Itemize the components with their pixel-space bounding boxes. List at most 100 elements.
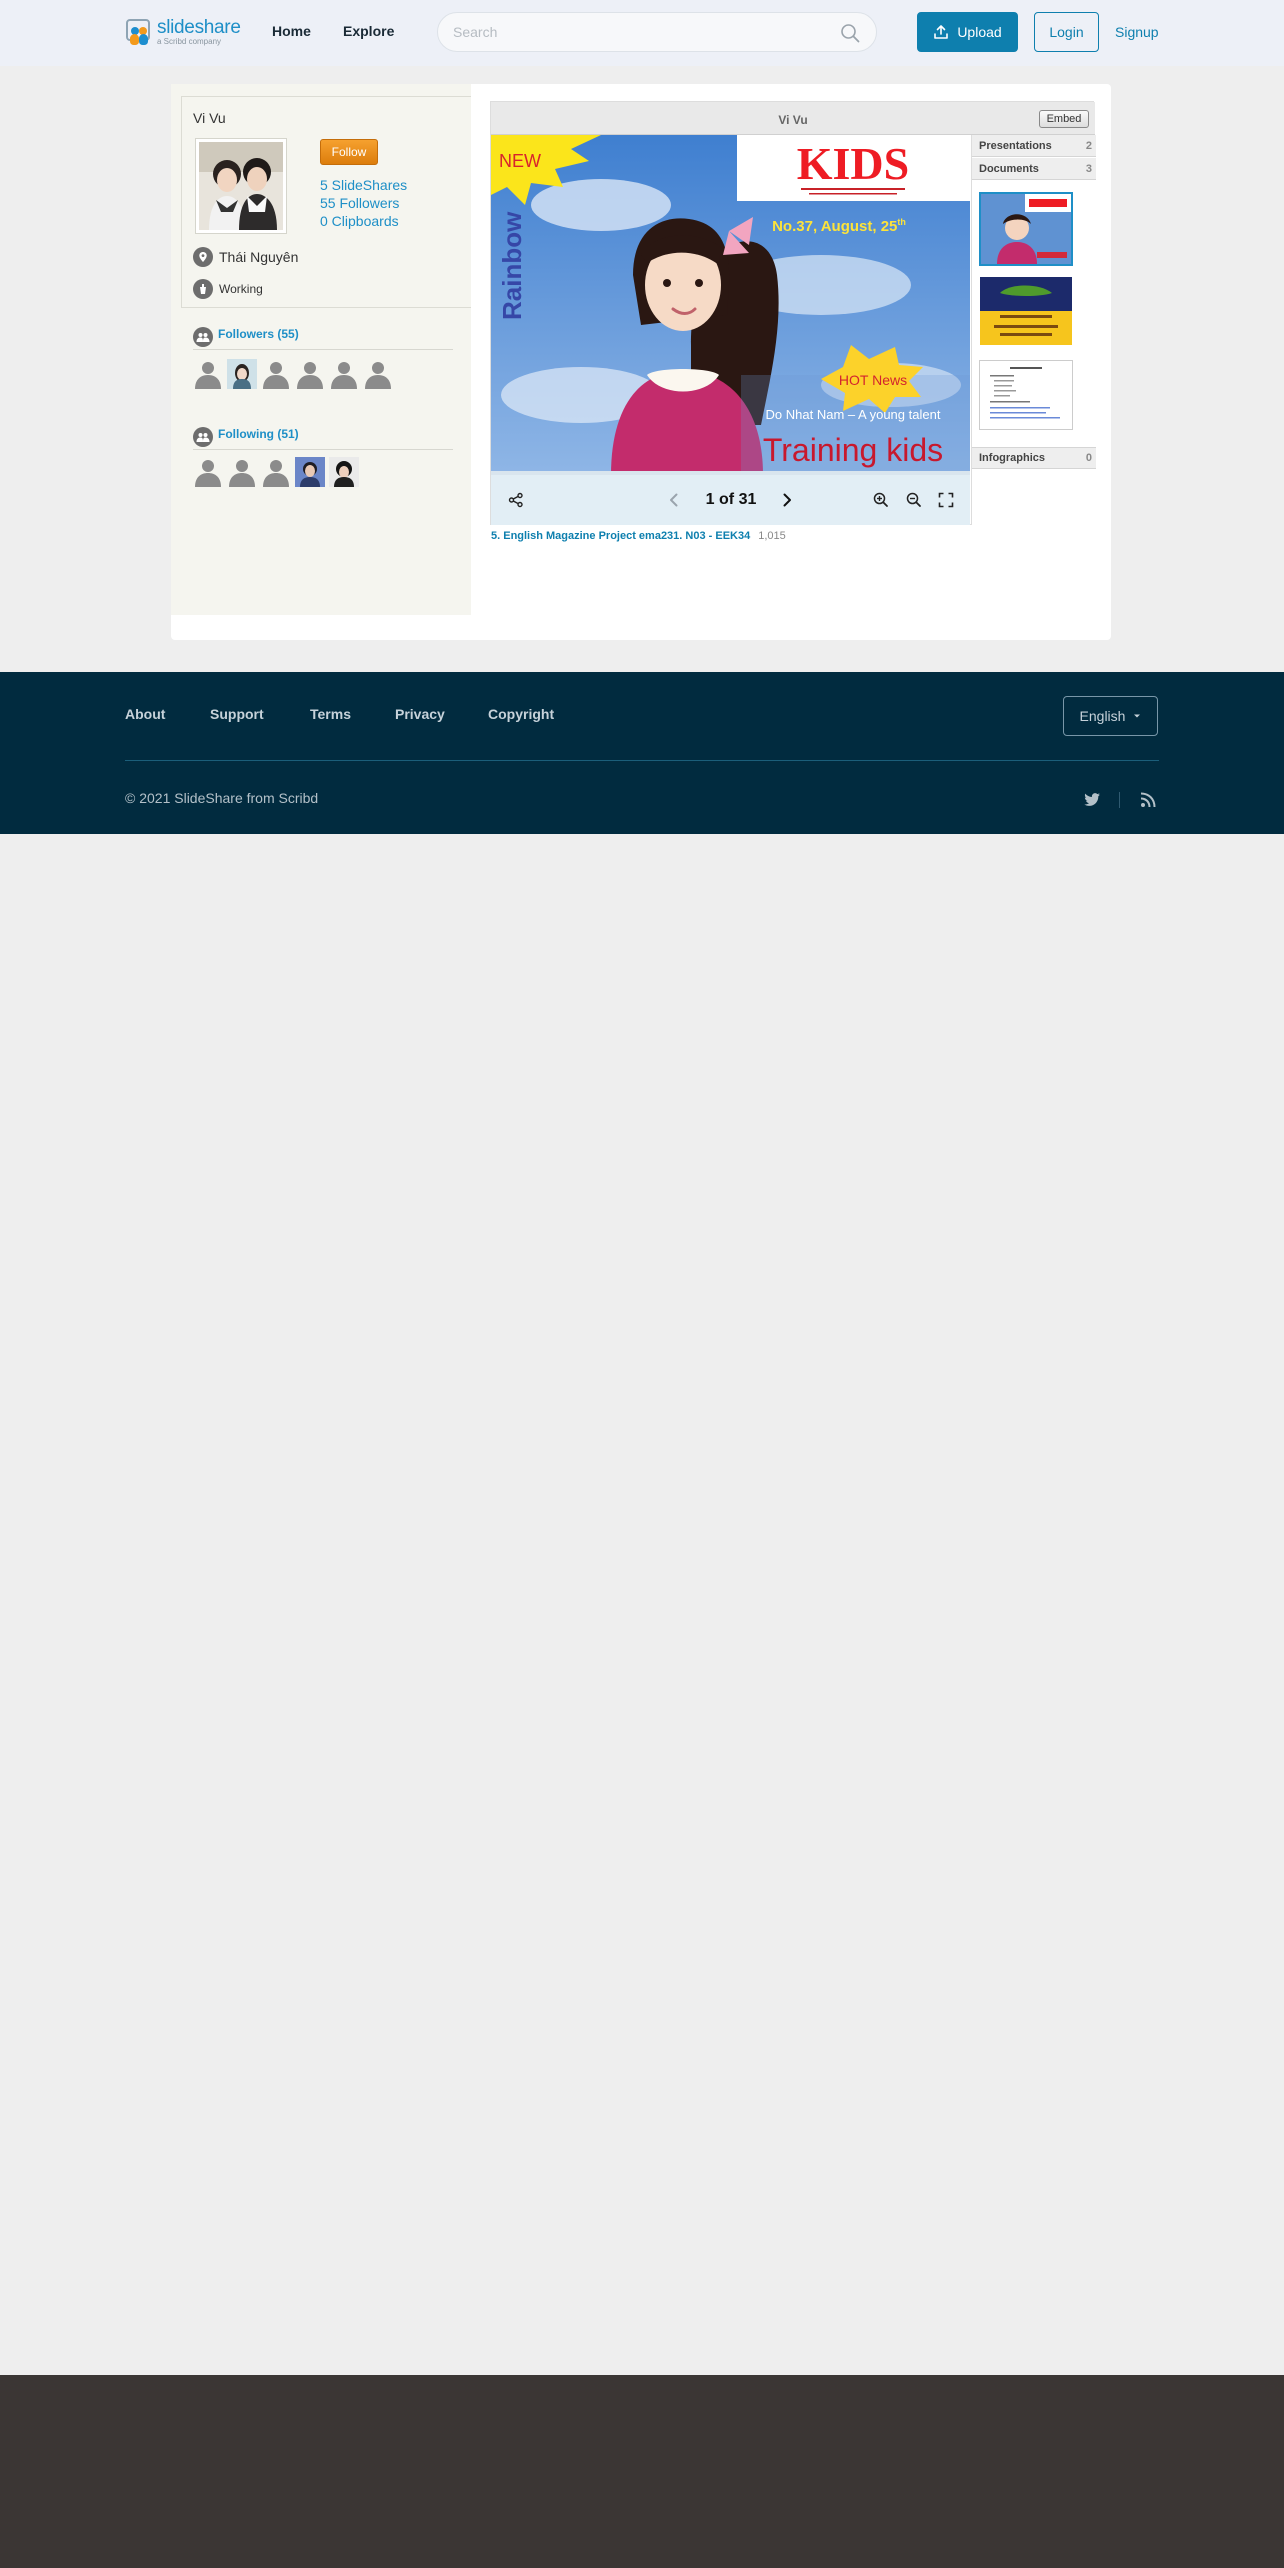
document-title-link[interactable]: 5. English Magazine Project ema231. N03 … [491,530,750,542]
document-thumbnail[interactable] [979,192,1073,266]
tab-infographics-count: 0 [1085,452,1092,464]
language-select[interactable]: English [1063,696,1158,736]
signup-link[interactable]: Signup [1115,24,1159,40]
svg-text:No.37, August, 25th: No.37, August, 25th [772,217,906,235]
occupation-row: Working [193,279,263,299]
slide-side-text: Rainbow [497,211,527,320]
page-indicator: 1 of 31 [691,491,771,509]
document-list-panel: Presentations 2 Documents 3 Infographics… [971,135,1096,525]
tab-documents[interactable]: Documents 3 [972,158,1096,180]
slide-issue-suffix: th [897,217,906,227]
slideshare-logo-icon [125,18,153,46]
follower-avatar[interactable] [295,359,325,389]
follower-avatar[interactable] [193,359,223,389]
occupation-icon [193,279,213,299]
document-thumbnail[interactable] [979,276,1073,346]
following-heading[interactable]: Following (51) [218,427,299,441]
slideshares-count-link[interactable]: 5 SlideShares [320,177,407,193]
followers-heading[interactable]: Followers (55) [218,327,299,341]
tab-infographics[interactable]: Infographics 0 [972,447,1096,469]
current-page: 1 [705,491,715,508]
following-avatar[interactable] [329,457,359,487]
footer-link-about[interactable]: About [125,706,165,722]
tab-documents-count: 3 [1085,162,1092,175]
follower-avatar[interactable] [261,359,291,389]
slide-image[interactable]: NEW KIDS No.37, August, 25th Rainbow HOT… [491,135,970,475]
site-footer: About Support Terms Privacy Copyright En… [0,672,1284,834]
location-text: Thái Nguyên [219,249,299,265]
following-section-header: Following (51) [193,424,453,450]
avatar-photo [199,142,283,230]
slide-new-badge: NEW [499,151,541,171]
document-caption: 5. English Magazine Project ema231. N03 … [491,530,786,542]
footer-link-copyright[interactable]: Copyright [488,706,554,722]
share-icon[interactable] [507,491,525,509]
slide-subtitle: Do Nhat Nam – A young talent [766,407,941,422]
previous-slide-icon[interactable] [665,491,683,509]
group-icon [193,427,213,447]
slide-brand: KIDS [797,138,909,189]
tab-documents-label: Documents [979,162,1039,175]
location-row: Thái Nguyên [193,247,298,267]
rss-icon[interactable] [1138,790,1158,810]
zoom-in-icon[interactable] [872,491,890,509]
copyright-text: © 2021 SlideShare from Scribd [125,790,319,806]
viewer-header: Vi Vu Embed [491,102,1095,135]
tab-infographics-label: Infographics [979,452,1046,464]
following-avatar[interactable] [227,457,257,487]
follow-button[interactable]: Follow [320,139,378,165]
upload-icon [934,25,949,39]
location-pin-icon [193,247,213,267]
tab-presentations[interactable]: Presentations 2 [972,135,1096,157]
followers-avatar-list [193,359,393,389]
fullscreen-icon[interactable] [937,491,955,509]
next-slide-icon[interactable] [778,491,796,509]
footer-divider [125,760,1159,761]
caret-down-icon [1134,714,1141,718]
search-icon[interactable] [840,23,860,43]
followers-count-link[interactable]: 55 Followers [320,195,399,211]
document-thumbnail[interactable] [979,360,1073,430]
upload-button[interactable]: Upload [917,12,1018,52]
following-avatar-list [193,457,359,487]
logo-wordmark: slideshare [157,17,241,38]
slide-issue: No.37, August, 25 [772,218,897,235]
nav-explore-link[interactable]: Explore [343,23,394,39]
page-separator: of [719,491,735,508]
profile-avatar[interactable] [195,138,287,234]
follower-avatar[interactable] [329,359,359,389]
tab-presentations-label: Presentations [979,139,1052,152]
total-pages: 31 [738,491,757,508]
login-button[interactable]: Login [1034,12,1099,52]
profile-content-card: Vi Vu Follow 5 SlideShares 55 Followers [171,84,1111,640]
follower-avatar[interactable] [227,359,257,389]
following-avatar[interactable] [295,457,325,487]
following-avatar[interactable] [261,457,291,487]
twitter-icon[interactable] [1082,790,1102,810]
footer-link-terms[interactable]: Terms [310,706,351,722]
viewer-title: Vi Vu [778,113,808,127]
logo-subtitle: a Scribd company [157,37,222,46]
slide-headline: Training kids [763,432,943,468]
tab-presentations-count: 2 [1085,139,1092,152]
page-bottom-band [0,2375,1284,2568]
zoom-out-icon[interactable] [905,491,923,509]
social-divider [1119,792,1120,808]
followers-section-header: Followers (55) [193,324,453,350]
profile-name: Vi Vu [193,110,226,126]
embed-button[interactable]: Embed [1039,110,1089,128]
footer-link-support[interactable]: Support [210,706,264,722]
profile-sidebar: Vi Vu Follow 5 SlideShares 55 Followers [171,84,471,615]
footer-link-privacy[interactable]: Privacy [395,706,445,722]
following-avatar[interactable] [193,457,223,487]
nav-home-link[interactable]: Home [272,23,311,39]
document-viewer: Vi Vu Embed NEW KIDS No.37, August, 25th… [490,101,1096,525]
clipboards-count-link[interactable]: 0 Clipboards [320,213,399,229]
occupation-text: Working [219,282,263,296]
top-nav-bar: slideshare a Scribd company Home Explore… [0,0,1284,66]
search-box [437,12,877,52]
search-input[interactable] [453,13,833,51]
follower-avatar[interactable] [363,359,393,389]
slideshare-logo[interactable]: slideshare a Scribd company [125,16,245,48]
document-view-count: 1,015 [758,530,786,542]
